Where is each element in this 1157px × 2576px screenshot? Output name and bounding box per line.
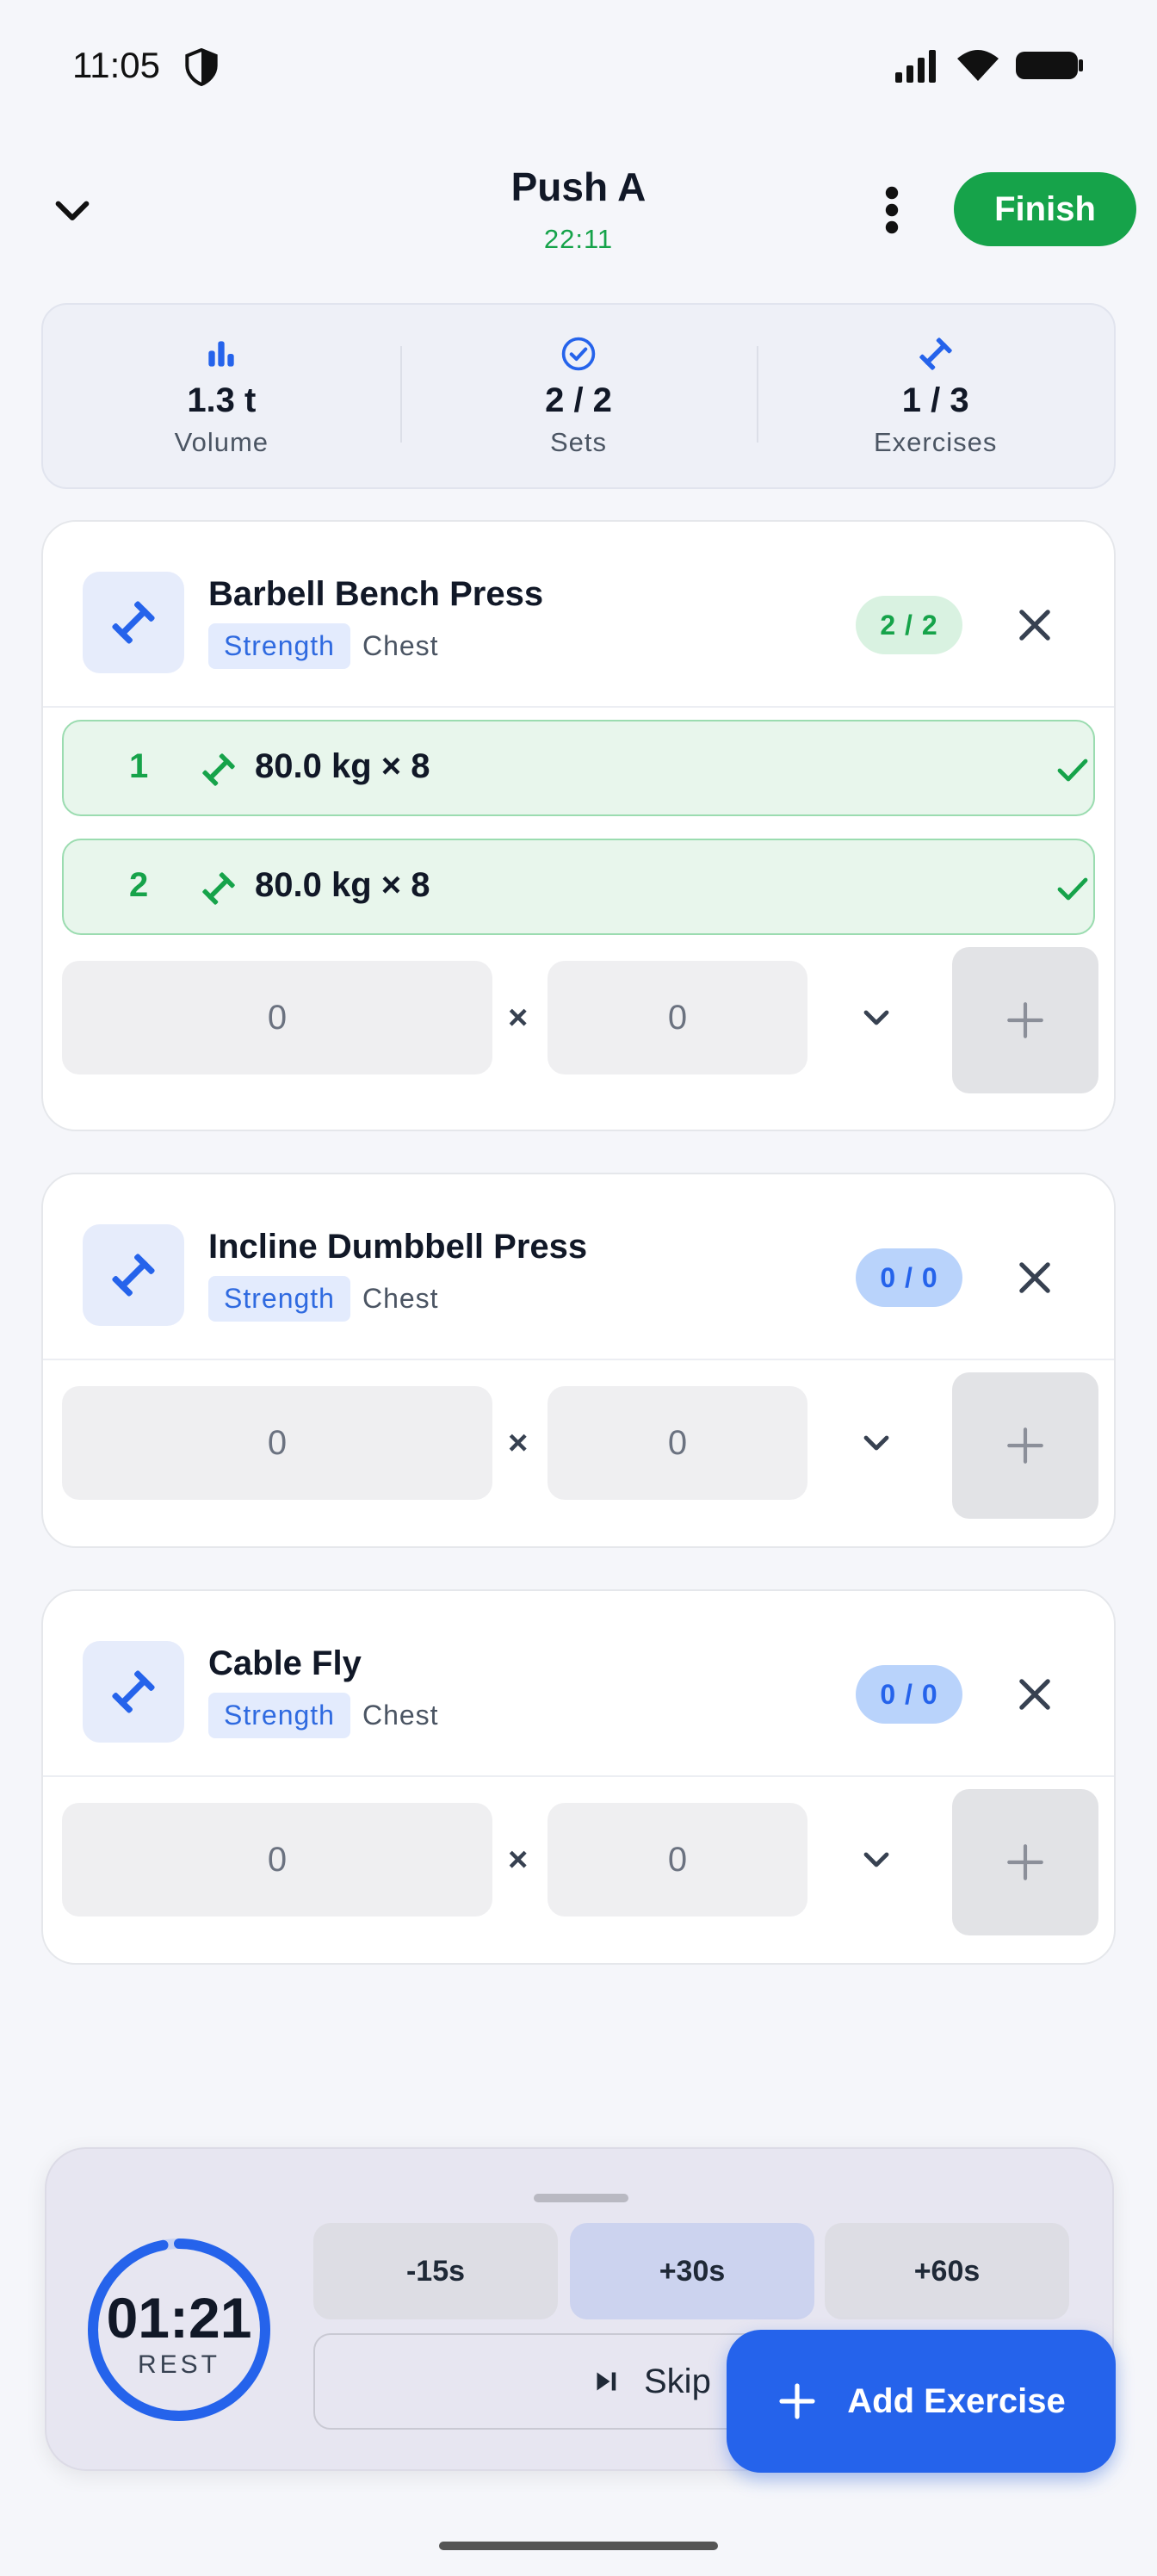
exercise-header: Cable Fly Strength Chest 0 / 0 [43,1591,1114,1777]
battery-icon [1016,52,1083,79]
stat-label: Exercises [873,426,998,457]
exercise-icon [83,1641,184,1743]
set-count-badge: 0 / 0 [856,1248,962,1307]
stat-label: Sets [549,426,608,457]
exercise-card: Cable Fly Strength Chest 0 / 0 0 × 0 [41,1589,1116,1965]
rest-time: 01:21 [106,2286,252,2350]
add-exercise-label: Add Exercise [847,2381,1066,2420]
close-icon[interactable] [1012,1255,1057,1300]
muscle-group-label: Chest [362,1700,439,1731]
chevron-down-icon[interactable] [856,1422,897,1464]
check-icon[interactable] [1052,868,1093,909]
dumbbell-icon [202,753,235,786]
dumbbell-icon [112,1254,155,1297]
status-time: 11:05 [72,45,160,85]
check-icon[interactable] [1052,749,1093,790]
finish-button[interactable]: Finish [954,172,1136,246]
dumbbell-icon [919,337,952,370]
plus-icon [1007,1844,1043,1880]
weight-input[interactable]: 0 [62,961,492,1074]
add-set-button[interactable] [952,1789,1098,1935]
weight-input[interactable]: 0 [62,1386,492,1500]
workout-stats: 1.3 t Volume 2 / 2 Sets 1 / 3 Exercises [41,303,1116,489]
stat-label: Volume [174,426,269,457]
set-number: 2 [129,866,149,904]
drag-handle[interactable] [534,2194,628,2202]
set-summary: 80.0 kg × 8 [255,747,430,785]
plus-60s-button[interactable]: +60s [825,2223,1069,2319]
exercise-name[interactable]: Incline Dumbbell Press [208,1228,587,1266]
home-indicator [439,2542,718,2550]
exercise-card: Incline Dumbbell Press Strength Chest 0 … [41,1173,1116,1548]
new-set-row: 0 × 0 [43,935,1114,1093]
signal-icon [895,50,936,83]
more-options-icon[interactable] [871,184,913,236]
times-symbol: × [508,1841,529,1879]
exercise-type-tag: Strength [208,1693,350,1738]
add-set-button[interactable] [952,1372,1098,1519]
plus-icon [1007,1427,1043,1464]
minus-15s-button[interactable]: -15s [313,2223,558,2319]
plus-30s-button[interactable]: +30s [570,2223,814,2319]
new-set-row: 0 × 0 [43,1360,1114,1519]
chevron-down-icon[interactable] [856,997,897,1038]
close-icon[interactable] [1012,603,1057,647]
check-circle-icon [561,337,596,370]
weight-input[interactable]: 0 [62,1803,492,1917]
skip-label: Skip [644,2362,711,2400]
add-set-button[interactable] [952,947,1098,1093]
completed-set-row[interactable]: 1 80.0 kg × 8 [62,720,1095,816]
dumbbell-icon [112,1670,155,1713]
set-count-badge: 0 / 0 [856,1665,962,1724]
status-bar: 11:05 [0,0,1157,129]
exercise-header: Barbell Bench Press Strength Chest 2 / 2 [43,522,1114,708]
exercise-tags: Strength Chest [208,1693,439,1738]
exercise-tags: Strength Chest [208,1276,439,1322]
bar-chart-icon [208,340,234,367]
exercise-type-tag: Strength [208,1276,350,1322]
times-symbol: × [508,1424,529,1462]
stat-sets: 2 / 2 Sets [399,305,758,487]
completed-set-row[interactable]: 2 80.0 kg × 8 [62,839,1095,935]
stat-exercises: 1 / 3 Exercises [757,305,1114,487]
exercise-header: Incline Dumbbell Press Strength Chest 0 … [43,1174,1114,1360]
exercise-icon [83,1224,184,1326]
chevron-down-icon[interactable] [856,1839,897,1880]
workout-header: Push A 22:11 Finish [0,155,1157,276]
close-icon[interactable] [1012,1672,1057,1717]
exercise-name[interactable]: Barbell Bench Press [208,575,543,614]
exercise-card: Barbell Bench Press Strength Chest 2 / 2… [41,520,1116,1131]
exercise-name[interactable]: Cable Fly [208,1644,362,1683]
muscle-group-label: Chest [362,630,439,661]
reps-input[interactable]: 0 [548,961,807,1074]
times-symbol: × [508,999,529,1037]
muscle-group-label: Chest [362,1283,439,1314]
exercise-type-tag: Strength [208,623,350,669]
wifi-icon [957,50,999,81]
set-count-badge: 2 / 2 [856,596,962,654]
skip-next-icon [597,2372,616,2391]
add-exercise-button[interactable]: Add Exercise [727,2330,1116,2473]
stat-value: 1.3 t [187,381,257,419]
plus-icon [779,2383,815,2419]
exercise-tags: Strength Chest [208,623,439,669]
reps-input[interactable]: 0 [548,1803,807,1917]
stat-volume: 1.3 t Volume [43,305,400,487]
plus-icon [1007,1002,1043,1038]
reps-input[interactable]: 0 [548,1386,807,1500]
rest-label: REST [137,2350,220,2379]
status-icons [895,48,1085,83]
new-set-row: 0 × 0 [43,1777,1114,1935]
set-number: 1 [129,747,149,785]
shield-icon [185,48,218,86]
exercise-icon [83,572,184,673]
stat-value: 1 / 3 [901,381,969,419]
set-summary: 80.0 kg × 8 [255,866,430,904]
stat-value: 2 / 2 [545,381,612,419]
dumbbell-icon [202,872,235,905]
dumbbell-icon [112,601,155,644]
